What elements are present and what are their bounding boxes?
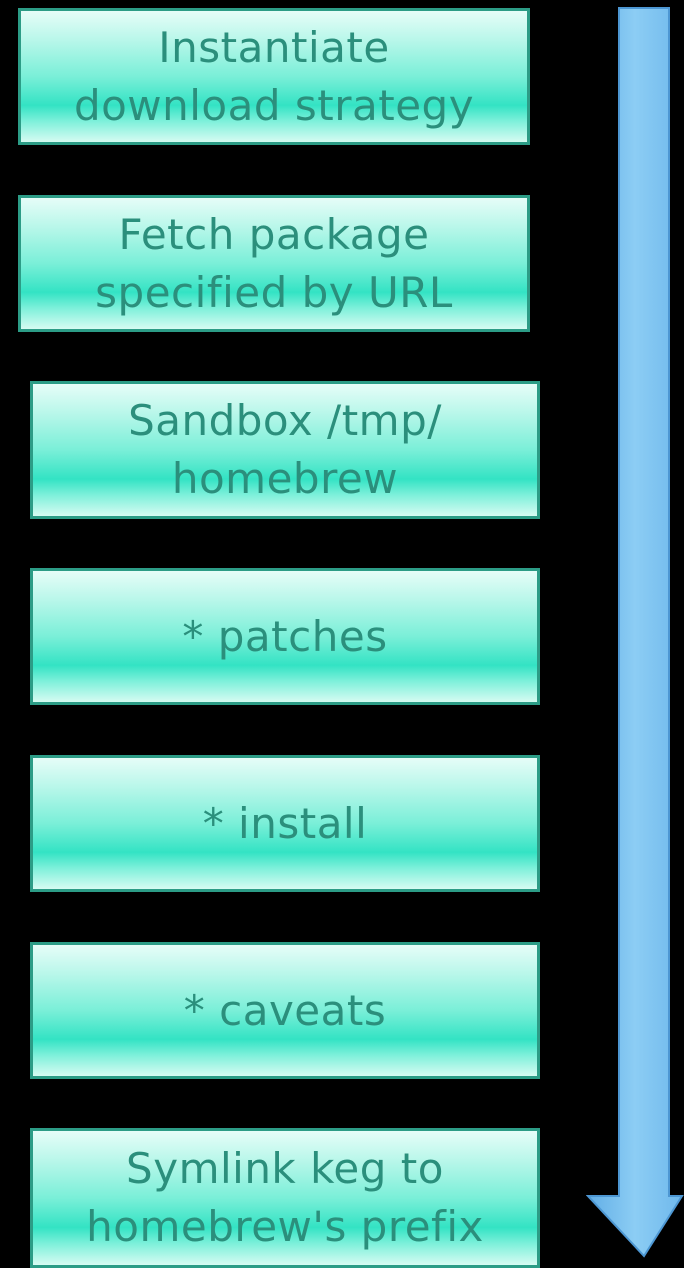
step-label-line: Fetch package — [118, 209, 430, 259]
step-label-line: * caveats — [183, 985, 387, 1035]
step-patches: * patches — [30, 568, 540, 705]
step-label-line: homebrew — [171, 454, 399, 503]
arrow-shape — [586, 7, 684, 1258]
step-symlink-keg: Symlink keg to homebrew's prefix — [30, 1128, 540, 1268]
step-label-line: download strategy — [73, 80, 475, 130]
step-instantiate-download-strategy: Instantiate download strategy — [18, 8, 530, 145]
step-install: * install — [30, 755, 540, 892]
step-label-line: Sandbox /tmp/ — [128, 396, 442, 445]
step-label-line: * patches — [182, 611, 388, 661]
step-label-line: * install — [202, 798, 368, 848]
step-label-line: Instantiate — [158, 22, 390, 72]
step-label-line: homebrew's prefix — [86, 1202, 484, 1251]
step-label-line: Symlink keg to — [126, 1144, 444, 1193]
step-sandbox: Sandbox /tmp/ homebrew — [30, 381, 540, 519]
down-arrow-icon — [586, 7, 684, 1258]
step-fetch-package: Fetch package specified by URL — [18, 195, 530, 332]
step-label-line: specified by URL — [95, 267, 453, 317]
step-caveats: * caveats — [30, 942, 540, 1079]
